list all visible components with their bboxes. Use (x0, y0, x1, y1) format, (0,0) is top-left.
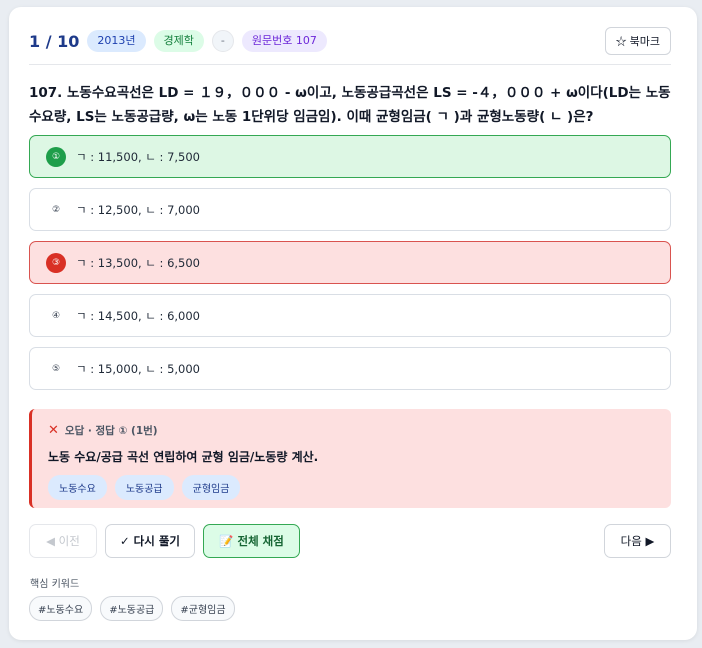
feedback-header: ✕ 오답 · 정답 ① (1번) (48, 423, 655, 438)
feedback-explanation: 노동 수요/공급 곡선 연립하여 균형 임금/노동량 계산. (48, 450, 319, 464)
option-text-1: ㄱ : 11,500, ㄴ : 7,500 (76, 149, 201, 164)
dash-tag: - (211, 30, 234, 52)
option-number-1: ① (46, 146, 66, 167)
feedback-tag: 노동수요 (48, 475, 107, 500)
keywords-title: 핵심 키워드 (30, 579, 80, 590)
question-counter: 1 / 10 (29, 31, 80, 51)
option-3[interactable]: ③ ㄱ : 13,500, ㄴ : 6,500 (29, 241, 671, 284)
keyword-chip[interactable]: #노동수요 (29, 596, 93, 621)
feedback-tag: 균형임금 (181, 475, 241, 500)
header-divider (29, 64, 671, 65)
subject-tag: 경제학 (153, 30, 204, 52)
option-text-3: ㄱ : 13,500, ㄴ : 6,500 (76, 255, 201, 270)
keyword-list: #노동수요 #노동공급 #균형임금 (29, 596, 243, 621)
quiz-card: 1 / 10 2013년 경제학 - 원문번호 107 ☆ 북마크 107. 노… (9, 7, 697, 640)
next-button[interactable]: 다음 ▶ (604, 524, 671, 558)
keyword-chip[interactable]: #균형임금 (171, 596, 235, 621)
option-1[interactable]: ① ㄱ : 11,500, ㄴ : 7,500 (29, 135, 671, 178)
option-5[interactable]: ⑤ ㄱ : 15,000, ㄴ : 5,000 (29, 347, 671, 390)
grade-all-button[interactable]: 📝 전체 채점 (203, 524, 300, 558)
keyword-chip[interactable]: #노동공급 (100, 596, 164, 621)
question-text: 107. 노동수요곡선은 LD = １９，０００ - ω이고, 노동공급곡선은 … (29, 85, 671, 125)
answer-options: ① ㄱ : 11,500, ㄴ : 7,500 ② ㄱ : 12,500, ㄴ … (29, 135, 671, 400)
option-text-2: ㄱ : 12,500, ㄴ : 7,000 (76, 202, 201, 217)
action-bar: ◀ 이전 ✓ 다시 풀기 📝 전체 채점 다음 ▶ (29, 524, 671, 558)
quiz-header: 1 / 10 2013년 경제학 - 원문번호 107 ☆ 북마크 (29, 27, 671, 55)
option-number-3: ③ (46, 252, 66, 273)
bookmark-button[interactable]: ☆ 북마크 (604, 27, 671, 55)
answer-feedback: ✕ 오답 · 정답 ① (1번) 노동 수요/공급 곡선 연립하여 균형 임금/… (29, 409, 671, 508)
option-4[interactable]: ④ ㄱ : 14,500, ㄴ : 6,000 (29, 294, 671, 337)
wrong-x-icon: ✕ (48, 423, 59, 438)
option-text-5: ㄱ : 15,000, ㄴ : 5,000 (76, 361, 201, 376)
option-number-4: ④ (51, 310, 61, 321)
feedback-tags: 노동수요 노동공급 균형임금 (48, 475, 655, 500)
option-text-4: ㄱ : 14,500, ㄴ : 6,000 (76, 308, 201, 323)
option-number-2: ② (51, 204, 61, 215)
original-number-tag: 원문번호 107 (241, 30, 327, 52)
feedback-tag: 노동공급 (114, 475, 174, 500)
retry-button[interactable]: ✓ 다시 풀기 (105, 524, 195, 558)
option-2[interactable]: ② ㄱ : 12,500, ㄴ : 7,000 (29, 188, 671, 231)
year-tag: 2013년 (87, 30, 146, 52)
option-number-5: ⑤ (51, 363, 61, 374)
prev-button[interactable]: ◀ 이전 (29, 524, 97, 558)
feedback-status: 오답 · 정답 ① (1번) (64, 425, 158, 437)
